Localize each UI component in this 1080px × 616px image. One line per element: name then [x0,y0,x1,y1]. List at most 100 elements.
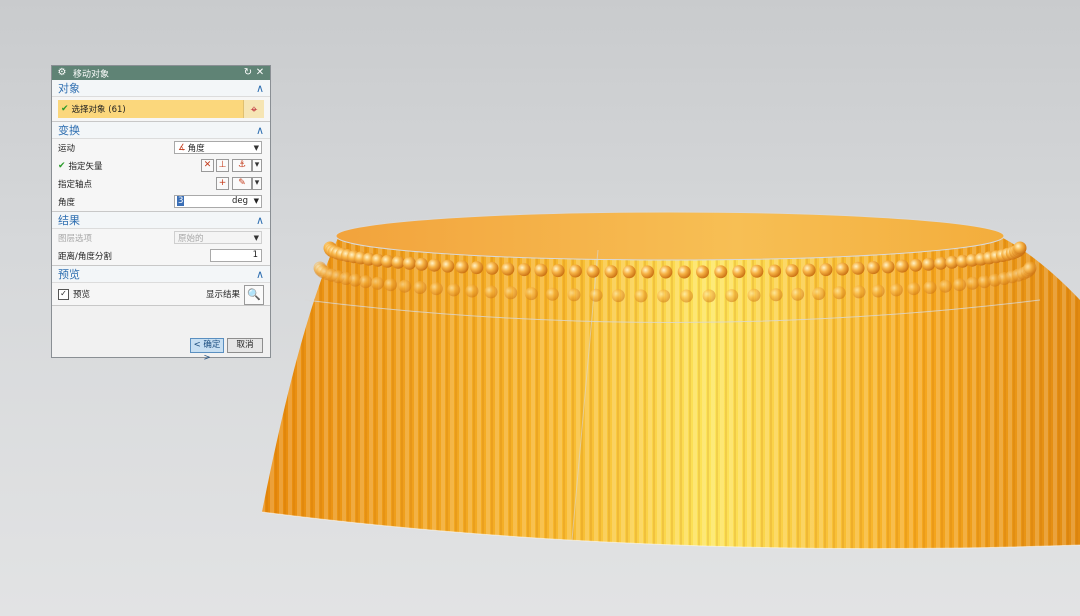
collapse-icon[interactable]: ∧ [256,268,264,281]
section-transform: 变换 ∧ 运动 ∡ 角度 ▼ ✔ 指定矢量 ✕ ⊥ ⚓ ▾ 指定轴点 + ✎ ▾… [52,122,270,212]
move-object-dialog: ⚙ 移动对象 ↻ ✕ 对象 ∧ ✔ 选择对象 (61) ⌖ 变换 ∧ 运动 ∡ … [51,65,271,363]
angle-input[interactable]: 3 deg ▼ [174,195,262,208]
bead [634,289,648,303]
bead [819,263,833,277]
bead [371,276,384,290]
bead [907,282,921,296]
bead [470,261,484,275]
section-result: 结果 ∧ 图层选项 原始的 ▼ 距离/角度分割 1 [52,212,270,266]
bead [413,281,427,294]
select-object-row[interactable]: ✔ 选择对象 (61) ⌖ [58,100,264,118]
shade-top [335,211,1005,261]
bead [545,287,559,301]
bead [835,262,849,276]
bead [611,289,625,303]
bead [966,276,979,290]
point-infer-icon[interactable]: ✎ [232,177,252,190]
bead [517,263,531,277]
reset-icon[interactable]: ↻ [242,67,254,79]
bead [725,289,739,303]
bead [812,287,826,301]
bead [484,285,498,299]
section-transform-header[interactable]: 变换 ∧ [52,122,270,139]
bead [852,285,866,299]
show-result-label: 显示结果 [205,290,240,300]
crosshair-icon[interactable]: ⌖ [243,100,264,118]
preview-row: ✓ 预览 显示结果 🔍 [52,283,270,305]
chevron-down-icon[interactable]: ▾ [252,159,262,172]
bead [398,279,412,293]
lampshade-model [261,211,1080,550]
collapse-icon[interactable]: ∧ [256,82,264,95]
bead [551,264,565,278]
bead [832,286,846,300]
layer-select: 原始的 ▼ [174,231,262,244]
point-dialog-icon[interactable]: + [216,177,229,190]
bead [714,265,728,279]
chevron-down-icon: ▼ [253,234,259,242]
bead [465,284,479,298]
bead [384,278,397,292]
select-object-label: 选择对象 (61) [71,105,126,115]
bead [524,287,538,301]
bead [895,259,909,273]
section-preview-header[interactable]: 预览 ∧ [52,266,270,283]
bead [871,284,885,298]
ok-button[interactable]: < 确定 > [190,338,224,363]
angle-icon: ∡ [178,142,186,153]
bead [732,265,746,279]
bead [604,265,618,279]
preview-checkbox[interactable]: ✓ [58,288,69,300]
bead [1023,261,1037,275]
bead [657,289,671,303]
bead [567,288,581,302]
bead [953,278,966,292]
bead [455,260,469,274]
vector-dialog-icon[interactable]: ⚓ [232,159,252,172]
bead [622,265,636,279]
bead [659,265,673,279]
check-icon: ✔ [58,161,66,171]
bead [791,287,805,301]
bead [586,264,600,278]
magnifier-icon[interactable]: 🔍 [244,285,264,305]
bead [504,286,518,300]
bead [441,259,455,273]
bead [641,265,654,279]
chevron-down-icon[interactable]: ▼ [254,196,259,207]
bead [402,256,416,270]
bead [589,288,603,302]
bead [359,275,373,289]
vector-axis-icon[interactable]: ⊥ [216,159,229,172]
bead [923,281,937,294]
close-icon[interactable]: ✕ [254,67,266,79]
bead [501,262,515,276]
cancel-button[interactable]: 取消 [227,338,263,353]
bead [696,265,709,279]
section-preview: 预览 ∧ ✓ 预览 显示结果 🔍 [52,266,270,306]
bead [568,264,582,278]
bead [922,257,935,271]
chevron-down-icon: ▼ [253,144,259,152]
bead [934,256,948,270]
bead [447,283,461,297]
motion-select[interactable]: ∡ 角度 ▼ [174,141,262,154]
chevron-down-icon[interactable]: ▾ [252,177,262,190]
bead [534,263,548,277]
bead [429,282,443,296]
reverse-direction-icon[interactable]: ✕ [201,159,214,172]
layer-row: 图层选项 原始的 ▼ [52,229,270,247]
bead [769,288,783,302]
vector-row: ✔ 指定矢量 ✕ ⊥ ⚓ ▾ [52,157,270,175]
gear-icon[interactable]: ⚙ [56,67,68,79]
bead [415,257,428,271]
collapse-icon[interactable]: ∧ [256,214,264,227]
section-result-header[interactable]: 结果 ∧ [52,212,270,229]
section-object-header[interactable]: 对象 ∧ [52,80,270,97]
check-icon: ✔ [61,104,69,114]
bead [679,289,693,303]
bead [391,255,405,269]
divisions-input[interactable]: 1 [210,249,262,262]
collapse-icon[interactable]: ∧ [256,124,264,137]
bead [702,289,716,303]
